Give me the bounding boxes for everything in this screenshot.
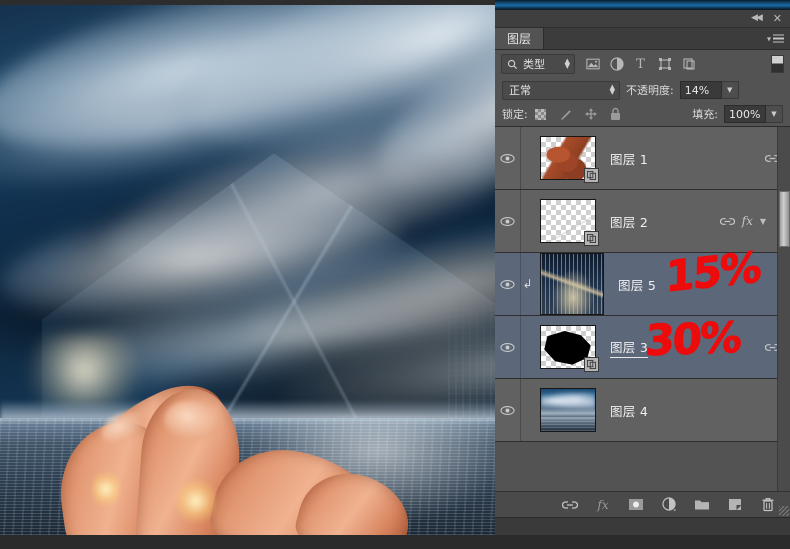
clipping-mask-arrow-icon: ↲ [522, 277, 533, 291]
search-icon [507, 59, 518, 70]
layer-thumbnail-wrap[interactable] [540, 199, 599, 246]
layer-row[interactable]: 图层 4 [495, 379, 790, 442]
lock-row: 锁定: 填充: 100% ▼ [495, 102, 790, 126]
filter-kind-label: 类型 [523, 58, 545, 71]
panel-resize-grip[interactable] [779, 506, 789, 516]
layer-visibility-toggle[interactable] [495, 190, 521, 252]
collapse-panel-icon[interactable]: ◀◀ [751, 14, 763, 23]
lock-label: 锁定: [502, 108, 528, 121]
layer-style-button[interactable]: fx [595, 497, 611, 513]
fill-label: 填充: [692, 108, 718, 121]
blend-mode-select[interactable]: 正常 ▲ ▼ [502, 80, 620, 100]
link-layers-button[interactable] [562, 497, 578, 513]
new-adjustment-layer-button[interactable] [661, 497, 677, 513]
opacity-dropdown-arrow[interactable]: ▼ [721, 81, 739, 99]
panel-bottom-edge [495, 517, 790, 535]
filter-kind-select[interactable]: 类型 ▲ ▼ [501, 54, 575, 74]
tab-layers[interactable]: 图层 [495, 28, 545, 49]
layer-visibility-toggle[interactable] [495, 316, 521, 378]
layers-panel-footer: fx [495, 491, 790, 524]
eye-icon [500, 153, 515, 164]
annotation-opacity-15: 15% [664, 241, 760, 302]
layer-row[interactable]: 图层 1 [495, 127, 790, 190]
filter-type-icons: T [585, 57, 696, 72]
blend-mode-row: 正常 ▲ ▼ 不透明度: 14% ▼ [495, 78, 790, 102]
photoshop-window: ◀◀ ✕ 图层 ▾ 类型 ▲ ▼ T 正常 ▲ ▼ 不透明度: 14% ▼ 锁定… [0, 0, 790, 549]
close-panel-icon[interactable]: ✕ [773, 13, 782, 24]
layer-row[interactable]: 图层 3 30% [495, 312, 790, 379]
document-bottom-strip [0, 535, 790, 549]
lock-position-icon[interactable] [584, 107, 598, 121]
layer-row[interactable]: ↲ 图层 5 15% [495, 242, 790, 316]
eye-icon [500, 342, 515, 353]
thumb-art-city [541, 254, 603, 314]
filter-adjustment-layers-icon[interactable] [609, 57, 624, 72]
panel-titlebar: ◀◀ ✕ [495, 10, 790, 28]
lock-image-pixels-icon[interactable] [559, 107, 573, 121]
fill-dropdown-arrow[interactable]: ▼ [766, 105, 783, 123]
workspace-blue-strip [495, 0, 790, 10]
layer-name[interactable]: 图层 2 [610, 212, 648, 231]
eye-icon [500, 405, 515, 416]
fill-control[interactable]: 100% ▼ [724, 105, 783, 123]
layer-row[interactable]: 图层 2 fx ▼ [495, 190, 790, 253]
annotation-opacity-30: 30% [643, 312, 741, 365]
smart-object-badge-icon [584, 357, 599, 372]
lock-buttons [534, 107, 623, 121]
layer-name[interactable]: 图层 1 [610, 149, 648, 168]
delete-layer-button[interactable] [760, 497, 776, 513]
lock-transparent-pixels-icon[interactable] [534, 107, 548, 121]
eye-icon [500, 216, 515, 227]
smart-object-badge-icon [584, 231, 599, 246]
layer-thumbnail-wrap[interactable] [540, 388, 596, 432]
layer-thumbnail-wrap[interactable] [540, 325, 599, 372]
layer-filter-row: 类型 ▲ ▼ T [495, 50, 790, 78]
layer-thumbnail[interactable] [540, 253, 604, 315]
expand-effects-chevron-icon[interactable]: ▼ [760, 217, 766, 226]
panel-tab-row: 图层 ▾ [495, 28, 790, 50]
chevron-updown-icon: ▲ ▼ [609, 83, 615, 96]
link-icon[interactable] [719, 217, 735, 226]
filter-smart-object-icon[interactable] [681, 57, 696, 72]
filter-type-layers-icon[interactable]: T [633, 57, 648, 72]
filter-shape-layers-icon[interactable] [657, 57, 672, 72]
opacity-value[interactable]: 14% [679, 81, 722, 99]
chevron-updown-icon: ▲ ▼ [564, 57, 570, 70]
thumb-art-sky [541, 389, 595, 431]
blend-mode-value: 正常 [509, 84, 531, 97]
layer-effects-icon[interactable]: fx [742, 214, 753, 228]
opacity-control[interactable]: 14% ▼ [679, 81, 739, 99]
layer-list[interactable]: 图层 1 图层 2 fx ▼ ↲ 图层 5 15% 图层 3 30% 图层 4 [495, 126, 790, 491]
layer-thumbnail-wrap[interactable] [540, 136, 599, 183]
layer-list-empty-area[interactable] [495, 442, 790, 491]
eye-icon [500, 279, 515, 290]
opacity-label: 不透明度: [626, 84, 674, 97]
layer-thumbnail-wrap[interactable] [540, 253, 604, 315]
layers-panel: ◀◀ ✕ 图层 ▾ 类型 ▲ ▼ T 正常 ▲ ▼ 不透明度: 14% ▼ 锁定… [495, 0, 790, 524]
hamburger-icon [773, 34, 784, 43]
tab-layers-label: 图层 [507, 32, 532, 46]
new-group-button[interactable] [694, 497, 710, 513]
layer-visibility-toggle[interactable] [495, 253, 521, 315]
add-layer-mask-button[interactable] [628, 497, 644, 513]
new-layer-button[interactable] [727, 497, 743, 513]
layer-visibility-toggle[interactable] [495, 379, 521, 441]
scrollbar-thumb[interactable] [779, 191, 790, 247]
smart-object-badge-icon [584, 168, 599, 183]
filter-enable-toggle[interactable] [771, 55, 784, 73]
filter-pixel-layers-icon[interactable] [585, 57, 600, 72]
lock-all-icon[interactable] [609, 107, 623, 121]
chevron-down-icon: ▾ [766, 34, 771, 43]
layer-visibility-toggle[interactable] [495, 127, 521, 189]
layer-list-scrollbar[interactable] [777, 127, 790, 491]
layer-name[interactable]: 图层 4 [610, 401, 648, 420]
layer-thumbnail[interactable] [540, 388, 596, 432]
layer-name[interactable]: 图层 5 [618, 275, 656, 294]
layer-name[interactable]: 图层 3 [610, 337, 649, 358]
ocean-sun-reflection [238, 418, 518, 525]
fill-value[interactable]: 100% [724, 105, 766, 123]
panel-menu-button[interactable]: ▾ [767, 34, 784, 43]
